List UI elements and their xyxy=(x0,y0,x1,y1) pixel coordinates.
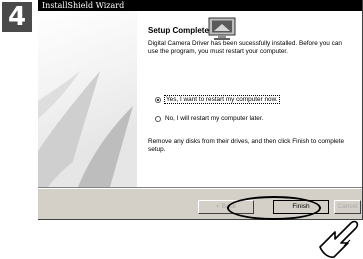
restart-now-option[interactable]: Yes, I want to restart my computer now. xyxy=(155,95,280,104)
computer-icon xyxy=(208,17,236,40)
restart-now-label[interactable]: Yes, I want to restart my computer now. xyxy=(164,95,280,104)
restart-later-radio[interactable] xyxy=(155,115,161,122)
hand-pointer-icon xyxy=(319,220,359,258)
restart-later-label[interactable]: No, I will restart my computer later. xyxy=(165,115,263,122)
setup-complete-heading: Setup Complete xyxy=(148,26,209,35)
window-title: InstallShield Wizard xyxy=(38,0,362,11)
button-divider xyxy=(38,187,362,189)
side-graphic-art xyxy=(38,71,137,187)
installshield-wizard-window: InstallShield Wizard Setup Complete Digi… xyxy=(38,0,363,220)
install-success-text: Digital Camera Driver has been sucessful… xyxy=(148,40,342,55)
step-number-badge: 4 xyxy=(2,2,32,32)
remove-disks-text: Remove any disks from their drives, and … xyxy=(148,138,345,153)
wizard-side-graphic xyxy=(38,11,137,187)
cancel-button[interactable]: Cancel xyxy=(334,200,361,214)
restart-now-radio[interactable] xyxy=(155,96,161,103)
restart-later-option[interactable]: No, I will restart my computer later. xyxy=(155,115,263,122)
finish-highlight-circle xyxy=(227,196,321,220)
